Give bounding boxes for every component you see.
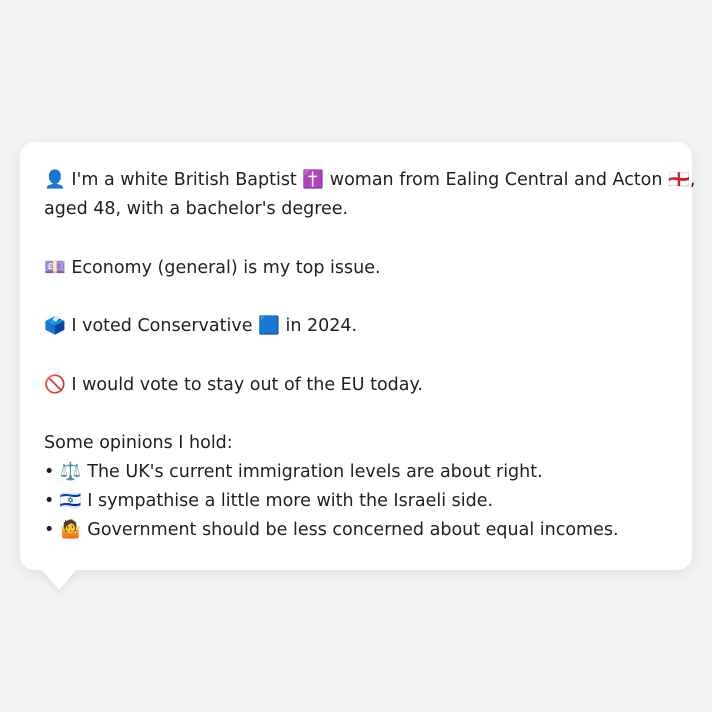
ballot-box-icon: 🗳️ — [44, 316, 66, 336]
opinion-item: • 🇮🇱 I sympathise a little more with the… — [44, 487, 668, 516]
bullet: • — [44, 462, 55, 482]
vote-line: 🗳️ I voted Conservative 🟦 in 2024. — [44, 312, 668, 341]
prohibited-icon: 🚫 — [44, 374, 66, 395]
cross-icon: ✝️ — [302, 170, 325, 190]
blue-square-icon: 🟦 — [258, 316, 280, 336]
person-icon: 👤 — [44, 170, 66, 190]
opinion-item: • ⚖️ The UK's current immigration levels… — [44, 458, 668, 487]
opinions-heading: Some opinions I hold: — [44, 433, 233, 453]
vote-text-a: I voted Conservative — [71, 316, 253, 336]
opinion-text: Government should be less concerned abou… — [87, 520, 619, 540]
top-issue-line: 💷 Economy (general) is my top issue. — [44, 254, 668, 283]
money-icon: 💷 — [44, 257, 66, 278]
persona-message-bubble: 👤 I'm a white British Baptist ✝️ woman f… — [20, 142, 695, 570]
bio-line-2: aged 48, with a bachelor's degree. — [44, 199, 349, 219]
bullet: • — [44, 491, 55, 511]
bio-text-b: woman from Ealing Central and Acton — [329, 170, 663, 190]
top-issue-text: Economy (general) is my top issue. — [71, 257, 381, 278]
bullet: • — [44, 520, 55, 540]
opinion-text: I sympathise a little more with the Isra… — [87, 491, 494, 511]
bubble-tail — [40, 568, 78, 590]
bio-text-c: , — [689, 170, 696, 190]
england-flag-icon: 🏴󠁧󠁢󠁥󠁮󠁧󠁿 — [668, 170, 690, 190]
israel-flag-icon: 🇮🇱 — [59, 491, 82, 511]
opinion-item: • 🤷 Government should be less concerned … — [44, 516, 668, 545]
bio-line-1: 👤 I'm a white British Baptist ✝️ woman f… — [44, 166, 695, 195]
eu-text: I would vote to stay out of the EU today… — [71, 374, 423, 395]
vote-text-b: in 2024. — [285, 316, 358, 336]
scales-icon: ⚖️ — [59, 462, 82, 482]
eu-line: 🚫 I would vote to stay out of the EU tod… — [44, 371, 668, 400]
bio-text-a: I'm a white British Baptist — [71, 170, 297, 190]
opinion-text: The UK's current immigration levels are … — [87, 462, 543, 482]
shrug-icon: 🤷 — [59, 520, 82, 540]
